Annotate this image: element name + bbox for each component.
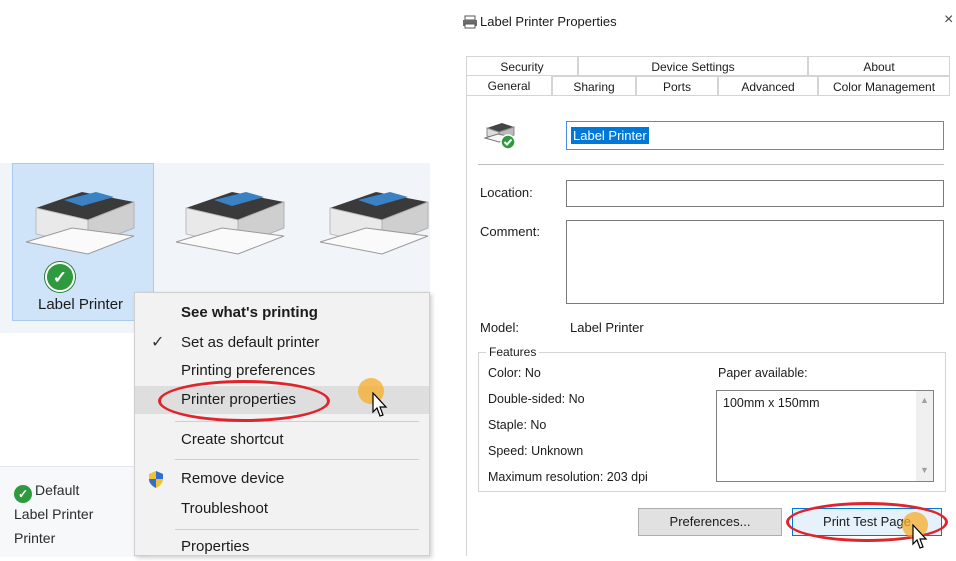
- menu-item-remove-device[interactable]: Remove device: [135, 465, 429, 493]
- details-name-line2: Printer: [14, 530, 56, 546]
- feature-staple: Staple: No: [488, 418, 547, 432]
- menu-item-label: Create shortcut: [181, 431, 284, 448]
- tab-about[interactable]: About: [808, 56, 950, 76]
- printer-icon: [175, 192, 285, 255]
- feature-speed: Speed: Unknown: [488, 444, 584, 458]
- menu-item-label: Properties: [181, 538, 250, 555]
- paper-available-label: Paper available:: [718, 366, 808, 380]
- menu-separator: [175, 421, 419, 422]
- feature-color: Color: No: [488, 366, 541, 380]
- printer-name-input[interactable]: Label Printer: [566, 121, 944, 150]
- tab-color-management[interactable]: Color Management: [818, 76, 950, 96]
- preferences-button[interactable]: Preferences...: [638, 508, 782, 536]
- menu-item-label: See what's printing: [181, 304, 318, 321]
- location-label: Location:: [480, 185, 533, 200]
- checkmark-icon: ✓: [151, 334, 165, 351]
- menu-item-label: Set as default printer: [181, 334, 320, 351]
- feature-double-sided: Double-sided: No: [488, 392, 585, 406]
- menu-item-label: Remove device: [181, 470, 285, 487]
- printer-label: Label Printer: [38, 296, 124, 313]
- printer-title-icon: [463, 15, 477, 29]
- shield-icon: [149, 471, 163, 488]
- comment-label: Comment:: [480, 224, 540, 239]
- menu-item-troubleshoot[interactable]: Troubleshoot: [135, 495, 429, 523]
- tab-advanced[interactable]: Advanced: [718, 76, 818, 96]
- scroll-up-icon[interactable]: ▲: [920, 395, 929, 405]
- close-icon[interactable]: ×: [944, 11, 953, 29]
- tab-ports[interactable]: Ports: [636, 76, 718, 96]
- context-menu: See what's printing ✓ Set as default pri…: [134, 292, 430, 556]
- feature-max-resolution: Maximum resolution: 203 dpi: [488, 470, 648, 484]
- model-value: Label Printer: [570, 320, 644, 335]
- default-status-text: Default: [35, 482, 80, 498]
- menu-item-create-shortcut[interactable]: Create shortcut: [135, 426, 429, 454]
- printer-name-selection: Label Printer: [571, 127, 649, 144]
- highlight-ring: [158, 380, 330, 422]
- paper-list-scrollbar[interactable]: ▲ ▼: [916, 391, 933, 481]
- tab-security[interactable]: Security: [466, 56, 578, 76]
- tab-sharing[interactable]: Sharing: [552, 76, 636, 96]
- menu-item-label: Troubleshoot: [181, 500, 268, 517]
- menu-separator: [175, 459, 419, 460]
- printer-icon: [319, 192, 429, 255]
- menu-item-see-whats-printing[interactable]: See what's printing: [135, 299, 429, 327]
- tab-device-settings[interactable]: Device Settings: [578, 56, 808, 76]
- menu-separator: [175, 529, 419, 530]
- default-printer-check-icon: ✓: [45, 262, 75, 292]
- tab-general[interactable]: General: [466, 75, 552, 97]
- scroll-down-icon[interactable]: ▼: [920, 465, 929, 475]
- menu-item-printing-preferences[interactable]: Printing preferences: [135, 357, 429, 385]
- model-label: Model:: [480, 320, 520, 335]
- menu-item-properties[interactable]: Properties: [135, 533, 429, 561]
- mouse-cursor-icon: [372, 392, 388, 417]
- default-check-icon: ✓: [14, 485, 32, 503]
- printer-default-icon: [484, 123, 516, 150]
- paper-available-list[interactable]: 100mm x 150mm ▲ ▼: [716, 390, 934, 482]
- menu-item-set-default[interactable]: ✓ Set as default printer: [135, 329, 429, 357]
- mouse-cursor-icon: [912, 524, 928, 549]
- location-input[interactable]: [566, 180, 944, 207]
- features-title: Features: [486, 345, 540, 359]
- comment-textarea[interactable]: [566, 220, 944, 304]
- paper-list-item[interactable]: 100mm x 150mm: [723, 396, 820, 410]
- dialog-title: Label Printer Properties: [480, 14, 617, 29]
- divider: [478, 164, 944, 165]
- printer-icon: [25, 192, 135, 255]
- details-name-line1: Label Printer: [14, 506, 94, 522]
- default-status: ✓ Default: [14, 478, 79, 503]
